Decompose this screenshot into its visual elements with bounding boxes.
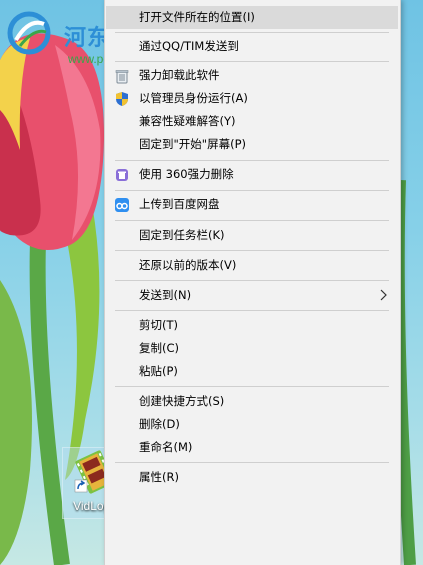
menu-item-properties[interactable]: 属性(R)	[106, 466, 398, 489]
menu-item-label: 强力卸载此软件	[139, 68, 220, 82]
menu-item-label: 固定到任务栏(K)	[139, 228, 225, 242]
menu-item-label: 通过QQ/TIM发送到	[139, 39, 239, 53]
menu-item-label: 固定到"开始"屏幕(P)	[139, 137, 246, 151]
menu-item-label: 属性(R)	[139, 470, 179, 484]
menu-item-force-uninstall[interactable]: 强力卸载此软件	[106, 64, 398, 87]
menu-item-run-as-admin[interactable]: 以管理员身份运行(A)	[106, 87, 398, 110]
menu-item-label: 创建快捷方式(S)	[139, 394, 225, 408]
baidu-netdisk-icon	[115, 198, 129, 212]
uac-shield-icon	[116, 92, 128, 106]
chevron-right-icon	[380, 289, 387, 301]
menu-item-label: 重命名(M)	[139, 440, 193, 454]
menu-separator	[115, 220, 389, 221]
menu-item-label: 复制(C)	[139, 341, 180, 355]
menu-item-send-to[interactable]: 发送到(N)	[106, 284, 398, 307]
menu-item-pin-to-start[interactable]: 固定到"开始"屏幕(P)	[106, 133, 398, 156]
menu-item-label: 还原以前的版本(V)	[139, 258, 237, 272]
menu-item-compatibility-troubleshoot[interactable]: 兼容性疑难解答(Y)	[106, 110, 398, 133]
trash-icon	[115, 70, 129, 84]
menu-item-create-shortcut[interactable]: 创建快捷方式(S)	[106, 390, 398, 413]
watermark: 河东软件网 www.pc0359.cn	[6, 8, 178, 68]
menu-item-rename[interactable]: 重命名(M)	[106, 436, 398, 459]
menu-item-label: 以管理员身份运行(A)	[139, 91, 248, 105]
menu-item-label: 兼容性疑难解答(Y)	[139, 114, 236, 128]
menu-separator	[115, 250, 389, 251]
menu-item-label: 粘贴(P)	[139, 364, 178, 378]
menu-item-label: 打开文件所在的位置(I)	[139, 10, 255, 24]
menu-item-360-force-delete[interactable]: 使用 360强力删除	[106, 163, 398, 186]
menu-separator	[115, 280, 389, 281]
menu-item-copy[interactable]: 复制(C)	[106, 337, 398, 360]
menu-item-delete[interactable]: 删除(D)	[106, 413, 398, 436]
menu-item-send-via-qq-tim[interactable]: 通过QQ/TIM发送到	[106, 35, 398, 58]
context-menu: 打开文件所在的位置(I) 通过QQ/TIM发送到 强力卸载此软件 以管理员身份运…	[104, 0, 401, 565]
menu-item-label: 上传到百度网盘	[139, 197, 220, 211]
menu-separator	[115, 32, 389, 33]
menu-separator	[115, 462, 389, 463]
menu-item-pin-to-taskbar[interactable]: 固定到任务栏(K)	[106, 224, 398, 247]
menu-separator	[115, 190, 389, 191]
menu-item-upload-baidu-netdisk[interactable]: 上传到百度网盘	[106, 193, 398, 216]
menu-separator	[115, 310, 389, 311]
menu-separator	[115, 160, 389, 161]
menu-separator	[115, 386, 389, 387]
menu-item-label: 删除(D)	[139, 417, 180, 431]
menu-item-label: 使用 360强力删除	[139, 167, 234, 181]
menu-separator	[115, 61, 389, 62]
360-delete-icon	[116, 169, 128, 181]
menu-item-restore-previous-versions[interactable]: 还原以前的版本(V)	[106, 254, 398, 277]
watermark-logo-icon	[7, 11, 51, 55]
menu-item-label: 剪切(T)	[139, 318, 178, 332]
menu-item-paste[interactable]: 粘贴(P)	[106, 360, 398, 383]
menu-item-cut[interactable]: 剪切(T)	[106, 314, 398, 337]
menu-item-label: 发送到(N)	[139, 288, 192, 302]
menu-item-open-file-location[interactable]: 打开文件所在的位置(I)	[106, 6, 398, 29]
